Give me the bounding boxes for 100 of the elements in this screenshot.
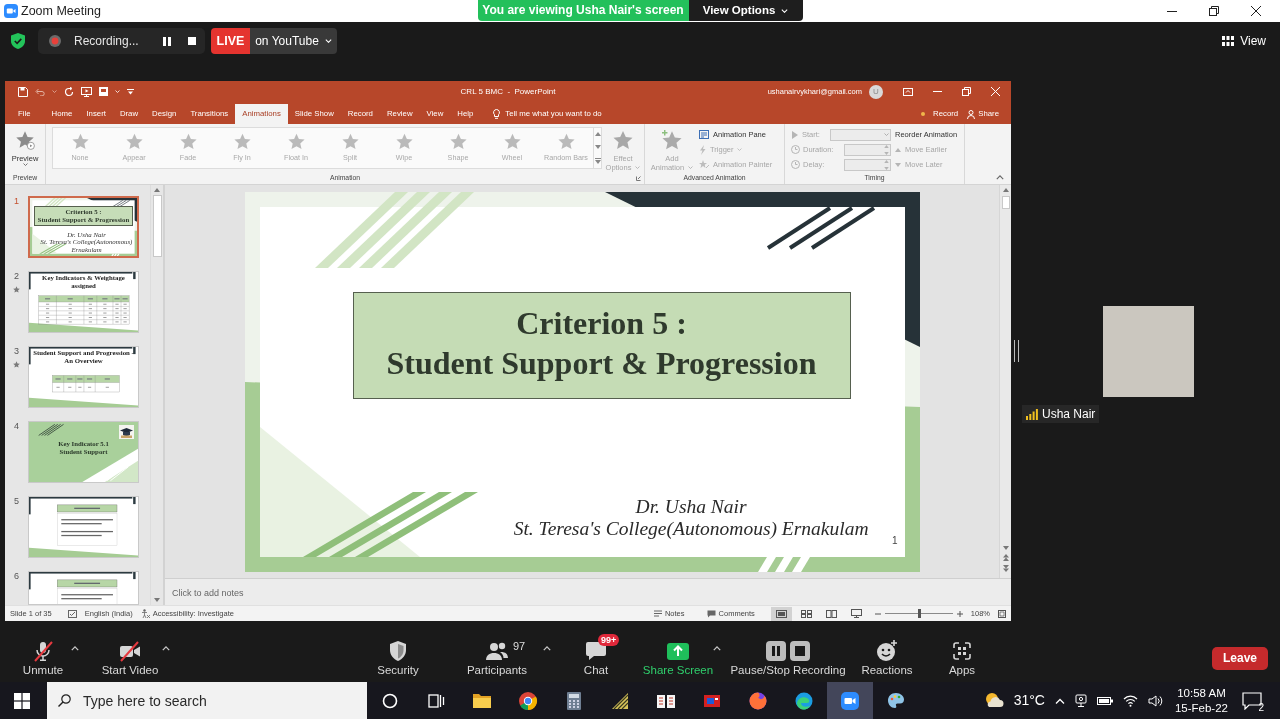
zoom-in-icon[interactable] [956, 610, 963, 617]
caret-icon[interactable] [543, 646, 551, 651]
close-icon[interactable] [1251, 6, 1261, 16]
star-brush-icon [699, 160, 709, 169]
star-icon [613, 130, 633, 150]
caret-icon [324, 39, 332, 43]
calculator-icon [564, 690, 584, 711]
restore-icon[interactable] [1209, 6, 1219, 16]
scrollbar-thumb[interactable] [152, 195, 162, 257]
weather-button[interactable]: 31°C [983, 692, 1045, 709]
wifi-icon[interactable] [1122, 694, 1138, 707]
participants-button[interactable]: 97 Participants [462, 634, 532, 682]
view-button[interactable]: View [1222, 33, 1266, 49]
scrollbar-thumb[interactable] [1001, 196, 1010, 209]
slide-thumbnail[interactable] [28, 571, 139, 605]
video-button[interactable]: Start Video [98, 634, 162, 682]
slideshow-icon [850, 609, 862, 618]
fit-to-window-icon[interactable] [998, 609, 1006, 618]
shield-icon [388, 640, 408, 662]
windows-logo-icon[interactable] [14, 692, 30, 709]
caret-icon [115, 90, 120, 93]
scroll-down-icon[interactable] [1002, 546, 1009, 550]
scroll-up-icon[interactable] [154, 188, 160, 192]
caret-icon[interactable] [71, 646, 79, 651]
battery-icon[interactable] [1096, 695, 1113, 706]
scroll-up-icon[interactable] [594, 132, 601, 137]
share-screen-button[interactable]: Share Screen [643, 634, 713, 682]
undo-icon[interactable] [35, 87, 45, 96]
scrollbar-track[interactable] [150, 185, 163, 605]
view-options-button[interactable]: View Options [688, 0, 803, 21]
chat-button[interactable]: 99+ Chat [571, 634, 621, 682]
apps-button[interactable]: Apps [940, 634, 984, 682]
webcam-icon[interactable] [1074, 694, 1087, 707]
slide-number: 3 [14, 346, 19, 356]
chevron-up-icon[interactable] [1054, 697, 1065, 704]
document-title: CRL 5 BMC - PowerPoint [460, 85, 556, 98]
security-button[interactable]: Security [368, 634, 428, 682]
scroll-down-icon[interactable] [154, 598, 160, 602]
taskbar-button[interactable] [827, 682, 873, 719]
chat-bubble-icon [585, 641, 607, 661]
save-icon[interactable] [18, 86, 28, 97]
collapse-ribbon-icon[interactable] [996, 175, 1004, 180]
search-field[interactable]: Type here to search [47, 682, 367, 719]
screen-share-notice: You are viewing Usha Nair's screen [477, 0, 689, 21]
star-icon [179, 133, 197, 150]
caret-icon [22, 163, 28, 166]
star-icon [71, 133, 89, 150]
speaker-icon[interactable] [1147, 694, 1163, 707]
lightning-icon [699, 144, 706, 155]
preview-star-icon [15, 130, 35, 150]
star-icon [341, 133, 359, 150]
view-mode-button[interactable] [770, 606, 792, 621]
caret-icon [635, 166, 641, 169]
window-title: Zoom Meeting [21, 3, 101, 20]
caret-icon[interactable] [713, 646, 721, 651]
clock-button[interactable]: 10:58 AM 15-Feb-22 [1174, 685, 1228, 716]
shield-check-icon[interactable] [11, 33, 25, 49]
leave-button[interactable]: Leave [1212, 646, 1268, 670]
apps-icon [952, 641, 972, 661]
people-icon [485, 641, 509, 661]
caret-icon[interactable] [162, 646, 170, 651]
previous-slide-icon[interactable] [1002, 554, 1009, 561]
caret-icon [688, 166, 694, 169]
customize-icon[interactable] [127, 88, 134, 95]
unread-count-badge: 99+ [598, 634, 620, 646]
notes-field[interactable]: Click to add notes [165, 578, 1011, 605]
star-icon [233, 133, 251, 150]
pause-icon[interactable] [163, 36, 171, 46]
scroll-up-icon[interactable] [1002, 188, 1009, 192]
add-star-icon [661, 130, 683, 150]
slide-sorter-icon [800, 609, 812, 618]
slide-icon[interactable] [99, 87, 108, 96]
scrollbar-track[interactable] [999, 185, 1011, 578]
recording-control-button[interactable]: Pause/Stop Recording [730, 634, 846, 682]
livestream-destination-button[interactable]: on YouTube [250, 28, 337, 54]
clock-icon [791, 145, 800, 154]
reactions-button[interactable]: Reactions [858, 634, 916, 682]
next-slide-icon[interactable] [1002, 565, 1009, 572]
splitter-handle[interactable] [1014, 340, 1019, 362]
proofing-icon[interactable] [67, 609, 77, 618]
presentation-icon[interactable] [81, 86, 92, 97]
slide-thumbnail[interactable] [28, 496, 139, 558]
microphone-button[interactable]: Unmute [15, 634, 71, 682]
live-badge: LIVE [211, 28, 250, 54]
record-dot-icon [49, 35, 61, 47]
person-icon [967, 109, 976, 119]
scroll-down-icon[interactable] [594, 145, 601, 149]
record-dot-icon [921, 112, 926, 116]
sun-cloud-icon [983, 692, 1004, 709]
institution-name: St. Teresa's College(Autonomous) Ernakulam [513, 518, 869, 540]
ribbon-display-icon[interactable] [903, 87, 913, 96]
redo-icon[interactable] [64, 86, 74, 97]
video-camera-icon [4, 4, 18, 18]
more-icon[interactable] [594, 157, 601, 164]
star-icon [125, 133, 143, 150]
ring-logo-icon [518, 690, 538, 711]
zoom-slider-thumb[interactable] [918, 609, 921, 618]
slide-number: 5 [14, 496, 19, 506]
dialog-launcher-icon[interactable] [636, 176, 641, 181]
notifications-button[interactable]: 2 [1242, 691, 1262, 710]
